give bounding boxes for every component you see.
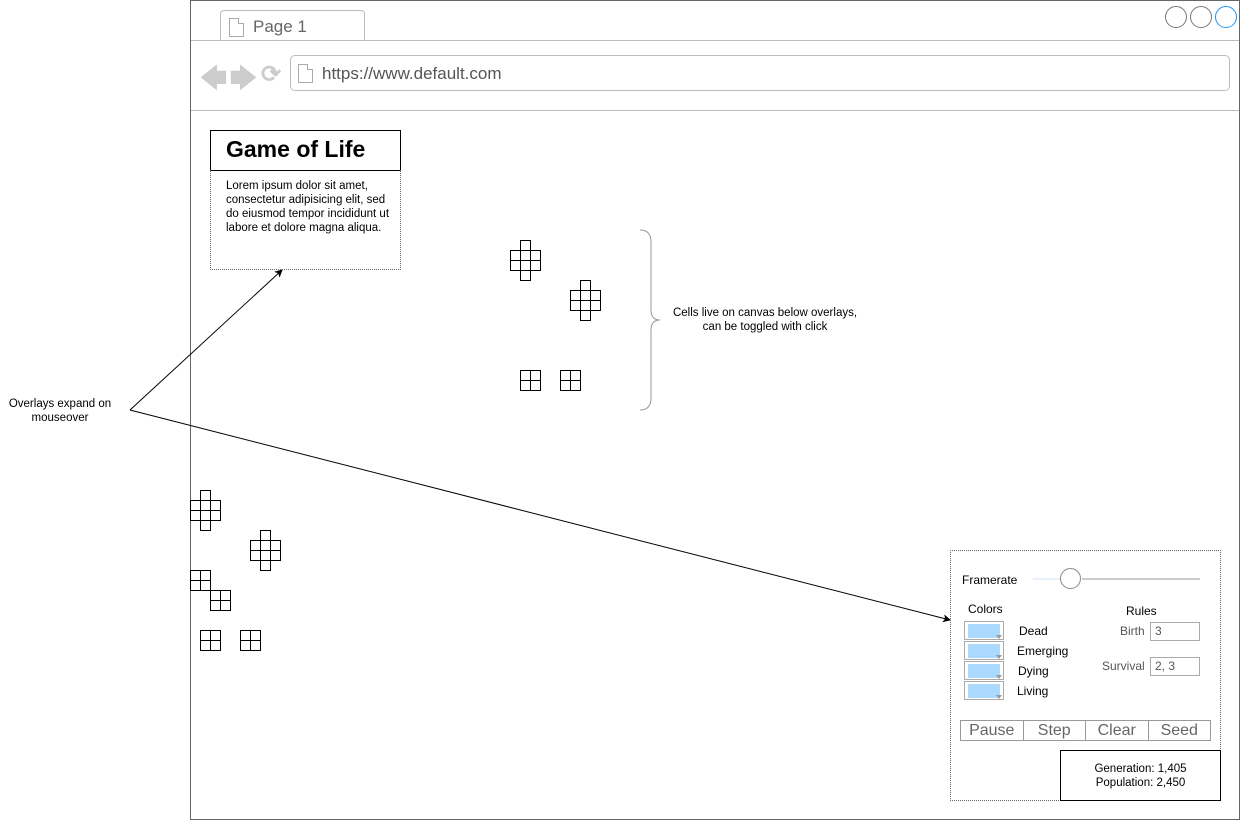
- color-label-emerging: Emerging: [1017, 644, 1069, 658]
- birth-input[interactable]: 3: [1150, 622, 1200, 641]
- live-cell[interactable]: [520, 260, 531, 271]
- live-cell[interactable]: [200, 640, 211, 651]
- color-picker-dying[interactable]: [964, 661, 1004, 680]
- population-count: Population: 2,450: [1095, 777, 1186, 789]
- live-cell[interactable]: [520, 240, 531, 251]
- live-cell[interactable]: [240, 640, 251, 651]
- live-cell[interactable]: [250, 540, 261, 551]
- step-button[interactable]: Step: [1024, 721, 1086, 740]
- live-cell[interactable]: [520, 370, 531, 381]
- live-cell[interactable]: [570, 300, 581, 311]
- live-cell[interactable]: [200, 570, 211, 581]
- live-cell[interactable]: [200, 500, 211, 511]
- live-cell[interactable]: [560, 370, 571, 381]
- live-cell[interactable]: [260, 540, 271, 551]
- live-cell[interactable]: [200, 520, 211, 531]
- live-cell[interactable]: [570, 380, 581, 391]
- live-cell[interactable]: [200, 510, 211, 521]
- annotation-overlays: Overlays expand on mouseover: [8, 398, 112, 424]
- live-cell[interactable]: [530, 260, 541, 271]
- survival-input[interactable]: 2, 3: [1150, 657, 1200, 676]
- live-cell[interactable]: [510, 250, 521, 261]
- pause-button[interactable]: Pause: [961, 721, 1024, 740]
- brace: [639, 229, 661, 411]
- live-cell[interactable]: [260, 560, 271, 571]
- live-cell[interactable]: [260, 530, 271, 541]
- live-cell[interactable]: [580, 310, 591, 321]
- live-cell[interactable]: [250, 550, 261, 561]
- live-cell[interactable]: [520, 380, 531, 391]
- color-picker-emerging[interactable]: [964, 641, 1004, 660]
- live-cell[interactable]: [560, 380, 571, 391]
- control-buttons: Pause Step Clear Seed: [960, 720, 1211, 741]
- birth-label: Birth: [1120, 624, 1145, 638]
- live-cell[interactable]: [530, 380, 541, 391]
- live-cell[interactable]: [510, 260, 521, 271]
- live-cell[interactable]: [190, 570, 201, 581]
- live-cell[interactable]: [580, 280, 591, 291]
- stats-box: Generation: 1,405 Population: 2,450: [1060, 750, 1221, 801]
- annotation-arrow: [129, 409, 951, 623]
- live-cell[interactable]: [190, 580, 201, 591]
- live-cell[interactable]: [210, 630, 221, 641]
- live-cell[interactable]: [190, 500, 201, 511]
- live-cell[interactable]: [210, 510, 221, 521]
- framerate-slider-thumb[interactable]: [1060, 568, 1081, 589]
- live-cell[interactable]: [250, 640, 261, 651]
- rules-label: Rules: [1126, 604, 1157, 618]
- live-cell[interactable]: [580, 290, 591, 301]
- seed-button[interactable]: Seed: [1149, 721, 1211, 740]
- live-cell[interactable]: [210, 590, 221, 601]
- live-cell[interactable]: [220, 590, 231, 601]
- live-cell[interactable]: [530, 250, 541, 261]
- survival-label: Survival: [1102, 659, 1145, 673]
- live-cell[interactable]: [270, 540, 281, 551]
- live-cell[interactable]: [260, 550, 271, 561]
- live-cell[interactable]: [520, 250, 531, 261]
- live-cell[interactable]: [590, 290, 601, 301]
- live-cell[interactable]: [220, 600, 231, 611]
- color-label-living: Living: [1017, 684, 1049, 698]
- color-label-dying: Dying: [1018, 664, 1049, 678]
- live-cell[interactable]: [270, 550, 281, 561]
- live-cell[interactable]: [190, 510, 201, 521]
- live-cell[interactable]: [200, 490, 211, 501]
- color-picker-dead[interactable]: [964, 621, 1004, 640]
- live-cell[interactable]: [210, 600, 221, 611]
- live-cell[interactable]: [570, 290, 581, 301]
- generation-count: Generation: 1,405: [1094, 763, 1187, 775]
- color-label-dead: Dead: [1019, 624, 1048, 638]
- live-cell[interactable]: [570, 370, 581, 381]
- colors-label: Colors: [968, 602, 1003, 616]
- live-cell[interactable]: [200, 630, 211, 641]
- live-cell[interactable]: [530, 370, 541, 381]
- description-overlay[interactable]: Lorem ipsum dolor sit amet, consectetur …: [210, 170, 401, 270]
- live-cell[interactable]: [590, 300, 601, 311]
- live-cell[interactable]: [250, 630, 261, 641]
- annotation-arrow: [129, 269, 283, 411]
- live-cell[interactable]: [200, 580, 211, 591]
- annotation-cells: Cells live on canvas below overlays, can…: [672, 307, 858, 333]
- framerate-label: Framerate: [962, 573, 1018, 587]
- live-cell[interactable]: [210, 500, 221, 511]
- live-cell[interactable]: [520, 270, 531, 281]
- live-cell[interactable]: [240, 630, 251, 641]
- color-picker-living[interactable]: [964, 681, 1004, 700]
- live-cell[interactable]: [580, 300, 591, 311]
- live-cell[interactable]: [210, 640, 221, 651]
- page-title: Game of Life: [210, 130, 401, 171]
- clear-button[interactable]: Clear: [1086, 721, 1149, 740]
